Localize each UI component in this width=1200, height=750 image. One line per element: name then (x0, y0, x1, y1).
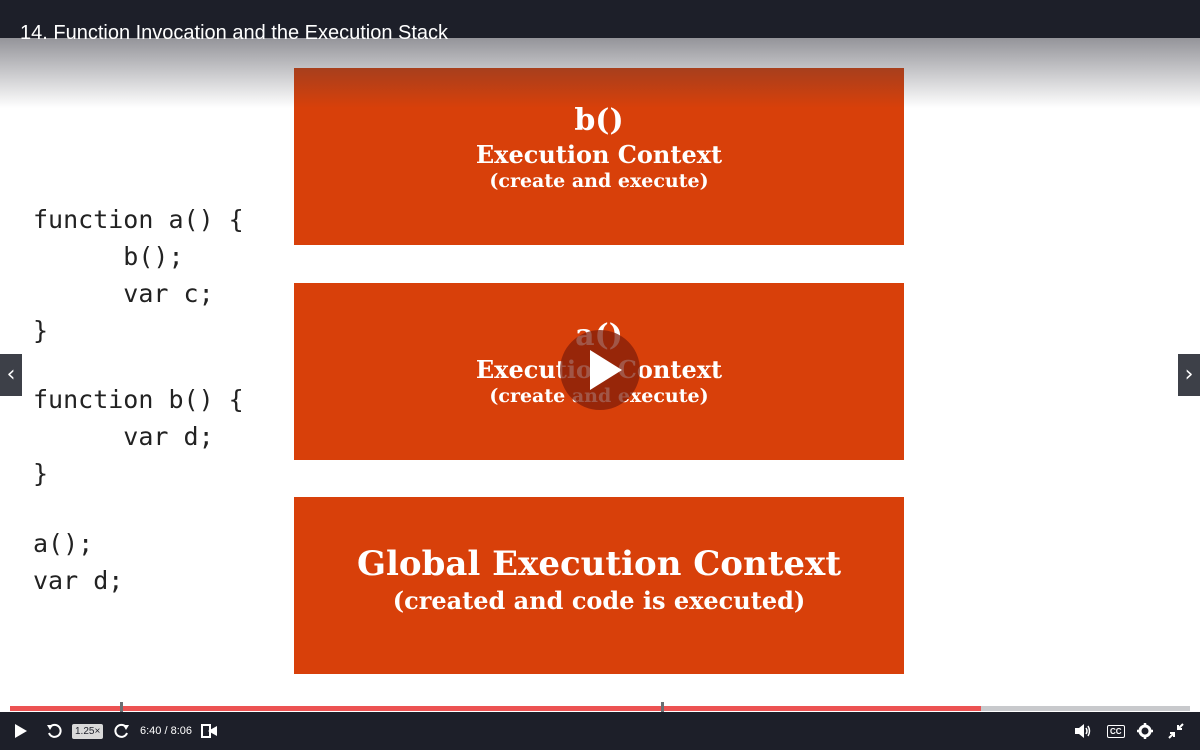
collapse-icon (1168, 723, 1184, 739)
rewind-button[interactable] (46, 712, 62, 750)
global-execution-context-box: Global Execution Context (created and co… (294, 497, 904, 674)
speed-label: 1.25× (72, 723, 104, 739)
player-controls: 1.25× 6:40 / 8:06 CC (0, 712, 1200, 750)
captions-icon: CC (1107, 724, 1125, 738)
chevron-right-icon: › (1184, 362, 1194, 387)
next-lecture-button[interactable]: › (1178, 354, 1200, 396)
code-line: } (33, 459, 49, 488)
code-line: function a() { (33, 205, 244, 234)
forward-icon (114, 723, 129, 738)
gear-icon (1137, 723, 1153, 739)
box-label: Execution Context (475, 139, 723, 169)
title-fade (0, 38, 1200, 108)
play-icon (590, 350, 622, 390)
progress-bar[interactable] (10, 702, 1190, 714)
add-note-button[interactable] (200, 712, 218, 750)
play-button[interactable] (14, 712, 28, 750)
volume-icon (1075, 724, 1091, 738)
code-line: var d; (33, 422, 214, 451)
play-overlay-button[interactable] (560, 330, 640, 410)
forward-button[interactable] (114, 712, 130, 750)
rewind-icon (47, 723, 62, 738)
playback-speed-button[interactable]: 1.25× (72, 712, 104, 750)
code-line: var d; (33, 566, 124, 595)
code-line: b(); (33, 242, 184, 271)
exit-fullscreen-button[interactable] (1168, 712, 1184, 750)
captions-button[interactable]: CC (1107, 712, 1125, 750)
settings-button[interactable] (1137, 712, 1153, 750)
time-display: 6:40 / 8:06 (140, 725, 192, 737)
box-sub: (create and execute) (489, 169, 709, 192)
chevron-left-icon: ‹ (6, 362, 16, 387)
volume-button[interactable] (1074, 712, 1092, 750)
box-label: Global Execution Context (356, 544, 842, 584)
code-line: } (33, 316, 49, 345)
code-line: a(); (33, 529, 94, 558)
video-title: 14. Function Invocation and the Executio… (20, 22, 449, 44)
play-icon (15, 724, 27, 738)
code-line: var c; (33, 279, 214, 308)
add-note-icon (201, 724, 217, 738)
box-sub: (created and code is executed) (392, 585, 806, 615)
code-line: function b() { (33, 385, 244, 414)
previous-lecture-button[interactable]: ‹ (0, 354, 22, 396)
progress-fill (10, 706, 982, 711)
